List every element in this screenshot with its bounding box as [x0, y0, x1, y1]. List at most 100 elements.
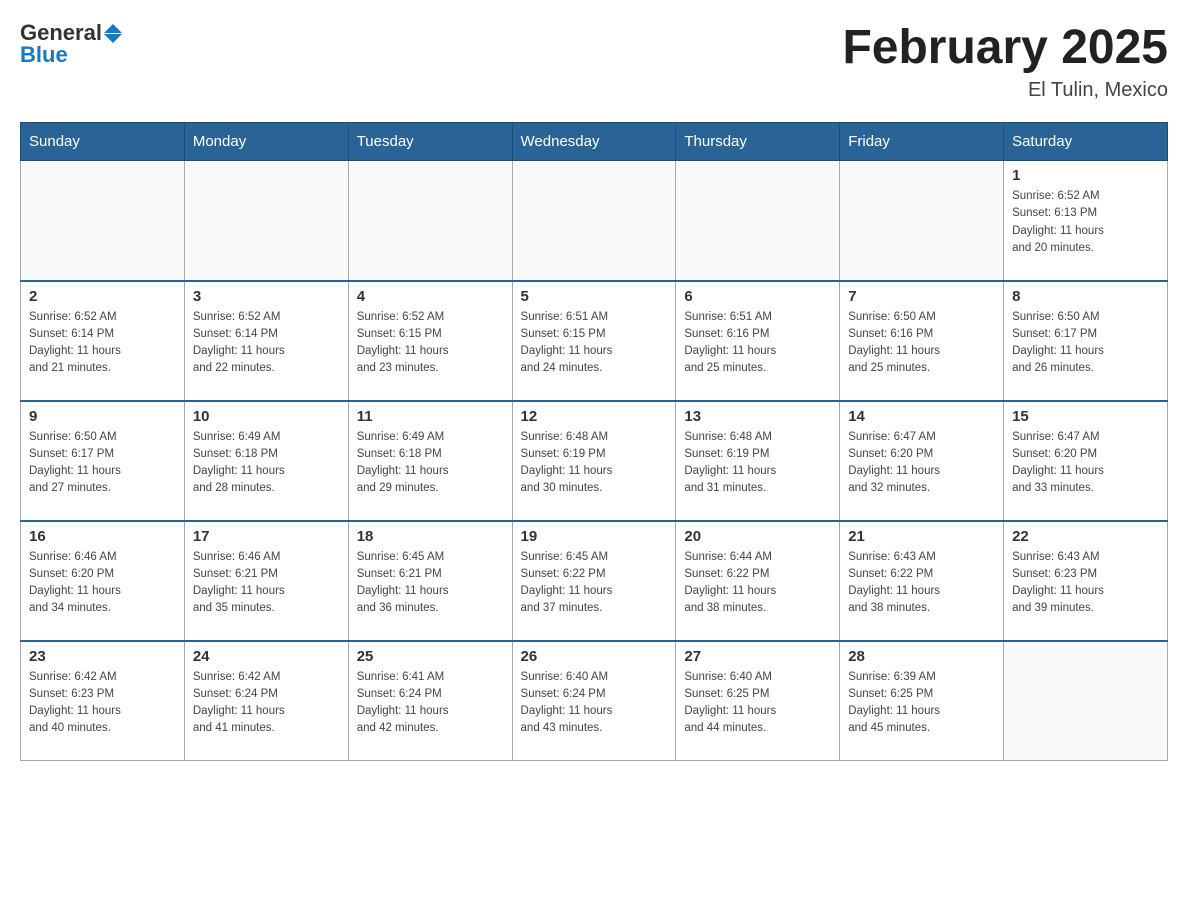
calendar-cell: 27 Sunrise: 6:40 AM Sunset: 6:25 PM Dayli…	[676, 641, 840, 761]
calendar-cell: 5 Sunrise: 6:51 AM Sunset: 6:15 PM Daylig…	[512, 281, 676, 401]
day-number: 2	[29, 288, 176, 305]
col-monday: Monday	[184, 123, 348, 161]
calendar-cell	[1004, 641, 1168, 761]
calendar-cell: 19 Sunrise: 6:45 AM Sunset: 6:22 PM Dayli…	[512, 521, 676, 641]
day-info: Sunrise: 6:52 AM Sunset: 6:14 PM Dayligh…	[193, 309, 340, 378]
day-info: Sunrise: 6:46 AM Sunset: 6:21 PM Dayligh…	[193, 549, 340, 618]
location: El Tulin, Mexico	[842, 79, 1168, 102]
col-wednesday: Wednesday	[512, 123, 676, 161]
calendar-cell: 4 Sunrise: 6:52 AM Sunset: 6:15 PM Daylig…	[348, 281, 512, 401]
day-info: Sunrise: 6:44 AM Sunset: 6:22 PM Dayligh…	[684, 549, 831, 618]
month-title: February 2025	[842, 20, 1168, 75]
day-info: Sunrise: 6:52 AM Sunset: 6:14 PM Dayligh…	[29, 309, 176, 378]
day-number: 22	[1012, 528, 1159, 545]
calendar-cell: 18 Sunrise: 6:45 AM Sunset: 6:21 PM Dayli…	[348, 521, 512, 641]
calendar-cell: 20 Sunrise: 6:44 AM Sunset: 6:22 PM Dayli…	[676, 521, 840, 641]
calendar: Sunday Monday Tuesday Wednesday Thursday…	[20, 122, 1168, 761]
calendar-cell: 22 Sunrise: 6:43 AM Sunset: 6:23 PM Dayli…	[1004, 521, 1168, 641]
page-header: General Blue February 2025 El Tulin, Mex…	[20, 20, 1168, 102]
day-number: 15	[1012, 408, 1159, 425]
day-info: Sunrise: 6:43 AM Sunset: 6:22 PM Dayligh…	[848, 549, 995, 618]
col-thursday: Thursday	[676, 123, 840, 161]
day-info: Sunrise: 6:50 AM Sunset: 6:17 PM Dayligh…	[1012, 309, 1159, 378]
col-friday: Friday	[840, 123, 1004, 161]
day-info: Sunrise: 6:42 AM Sunset: 6:23 PM Dayligh…	[29, 669, 176, 738]
day-number: 20	[684, 528, 831, 545]
day-number: 24	[193, 648, 340, 665]
day-number: 14	[848, 408, 995, 425]
day-number: 7	[848, 288, 995, 305]
day-number: 27	[684, 648, 831, 665]
day-number: 16	[29, 528, 176, 545]
calendar-cell: 10Sunrise: 6:49 AM Sunset: 6:18 PM Dayli…	[184, 401, 348, 521]
day-info: Sunrise: 6:48 AM Sunset: 6:19 PM Dayligh…	[684, 429, 831, 498]
col-sunday: Sunday	[21, 123, 185, 161]
day-number: 21	[848, 528, 995, 545]
day-number: 23	[29, 648, 176, 665]
calendar-cell: 6Sunrise: 6:51 AM Sunset: 6:16 PM Daylig…	[676, 281, 840, 401]
day-info: Sunrise: 6:51 AM Sunset: 6:15 PM Dayligh…	[521, 309, 668, 378]
calendar-cell: 25Sunrise: 6:41 AM Sunset: 6:24 PM Dayli…	[348, 641, 512, 761]
day-info: Sunrise: 6:39 AM Sunset: 6:25 PM Dayligh…	[848, 669, 995, 738]
day-number: 26	[521, 648, 668, 665]
calendar-week-row: 2 Sunrise: 6:52 AM Sunset: 6:14 PM Daylig…	[21, 281, 1168, 401]
calendar-week-row: 23 Sunrise: 6:42 AM Sunset: 6:23 PM Dayli…	[21, 641, 1168, 761]
day-info: Sunrise: 6:52 AM Sunset: 6:15 PM Dayligh…	[357, 309, 504, 378]
day-number: 1	[1012, 167, 1159, 184]
day-info: Sunrise: 6:50 AM Sunset: 6:17 PM Dayligh…	[29, 429, 176, 498]
day-number: 12	[521, 408, 668, 425]
logo: General Blue	[20, 20, 122, 68]
day-number: 11	[357, 408, 504, 425]
day-number: 5	[521, 288, 668, 305]
calendar-cell: 14 Sunrise: 6:47 AM Sunset: 6:20 PM Dayli…	[840, 401, 1004, 521]
day-info: Sunrise: 6:43 AM Sunset: 6:23 PM Dayligh…	[1012, 549, 1159, 618]
calendar-cell: 8 Sunrise: 6:50 AM Sunset: 6:17 PM Daylig…	[1004, 281, 1168, 401]
day-info: Sunrise: 6:42 AM Sunset: 6:24 PM Dayligh…	[193, 669, 340, 738]
calendar-cell: 16 Sunrise: 6:46 AM Sunset: 6:20 PM Dayli…	[21, 521, 185, 641]
day-info: Sunrise: 6:49 AM Sunset: 6:18 PM Dayligh…	[357, 429, 504, 498]
day-info: Sunrise: 6:40 AM Sunset: 6:25 PM Dayligh…	[684, 669, 831, 738]
day-number: 9	[29, 408, 176, 425]
day-number: 25	[357, 648, 504, 665]
calendar-cell	[184, 161, 348, 281]
day-info: Sunrise: 6:51 AM Sunset: 6:16 PM Dayligh…	[684, 309, 831, 378]
day-info: Sunrise: 6:50 AM Sunset: 6:16 PM Dayligh…	[848, 309, 995, 378]
col-saturday: Saturday	[1004, 123, 1168, 161]
calendar-cell: 9 Sunrise: 6:50 AM Sunset: 6:17 PM Daylig…	[21, 401, 185, 521]
day-number: 19	[521, 528, 668, 545]
day-info: Sunrise: 6:45 AM Sunset: 6:22 PM Dayligh…	[521, 549, 668, 618]
calendar-week-row: 9 Sunrise: 6:50 AM Sunset: 6:17 PM Daylig…	[21, 401, 1168, 521]
day-number: 13	[684, 408, 831, 425]
calendar-cell: 7 Sunrise: 6:50 AM Sunset: 6:16 PM Daylig…	[840, 281, 1004, 401]
calendar-cell: 2 Sunrise: 6:52 AM Sunset: 6:14 PM Daylig…	[21, 281, 185, 401]
day-info: Sunrise: 6:47 AM Sunset: 6:20 PM Dayligh…	[1012, 429, 1159, 498]
calendar-cell	[676, 161, 840, 281]
day-info: Sunrise: 6:49 AM Sunset: 6:18 PM Dayligh…	[193, 429, 340, 498]
calendar-cell: 17 Sunrise: 6:46 AM Sunset: 6:21 PM Dayli…	[184, 521, 348, 641]
day-info: Sunrise: 6:47 AM Sunset: 6:20 PM Dayligh…	[848, 429, 995, 498]
calendar-cell: 12 Sunrise: 6:48 AM Sunset: 6:19 PM Dayli…	[512, 401, 676, 521]
calendar-cell	[348, 161, 512, 281]
day-info: Sunrise: 6:45 AM Sunset: 6:21 PM Dayligh…	[357, 549, 504, 618]
calendar-cell: 24 Sunrise: 6:42 AM Sunset: 6:24 PM Dayli…	[184, 641, 348, 761]
calendar-cell	[512, 161, 676, 281]
calendar-cell: 13 Sunrise: 6:48 AM Sunset: 6:19 PM Dayli…	[676, 401, 840, 521]
calendar-cell: 11 Sunrise: 6:49 AM Sunset: 6:18 PM Dayli…	[348, 401, 512, 521]
calendar-cell: 1 Sunrise: 6:52 AM Sunset: 6:13 PM Daylig…	[1004, 161, 1168, 281]
title-section: February 2025 El Tulin, Mexico	[842, 20, 1168, 102]
day-info: Sunrise: 6:48 AM Sunset: 6:19 PM Dayligh…	[521, 429, 668, 498]
calendar-cell: 28 Sunrise: 6:39 AM Sunset: 6:25 PM Dayli…	[840, 641, 1004, 761]
calendar-cell: 3 Sunrise: 6:52 AM Sunset: 6:14 PM Daylig…	[184, 281, 348, 401]
day-number: 8	[1012, 288, 1159, 305]
calendar-cell: 26Sunrise: 6:40 AM Sunset: 6:24 PM Dayli…	[512, 641, 676, 761]
logo-blue: Blue	[20, 42, 68, 68]
day-number: 28	[848, 648, 995, 665]
day-info: Sunrise: 6:46 AM Sunset: 6:20 PM Dayligh…	[29, 549, 176, 618]
day-number: 17	[193, 528, 340, 545]
col-tuesday: Tuesday	[348, 123, 512, 161]
day-number: 18	[357, 528, 504, 545]
day-number: 3	[193, 288, 340, 305]
day-info: Sunrise: 6:52 AM Sunset: 6:13 PM Dayligh…	[1012, 188, 1159, 257]
day-number: 4	[357, 288, 504, 305]
calendar-cell	[840, 161, 1004, 281]
